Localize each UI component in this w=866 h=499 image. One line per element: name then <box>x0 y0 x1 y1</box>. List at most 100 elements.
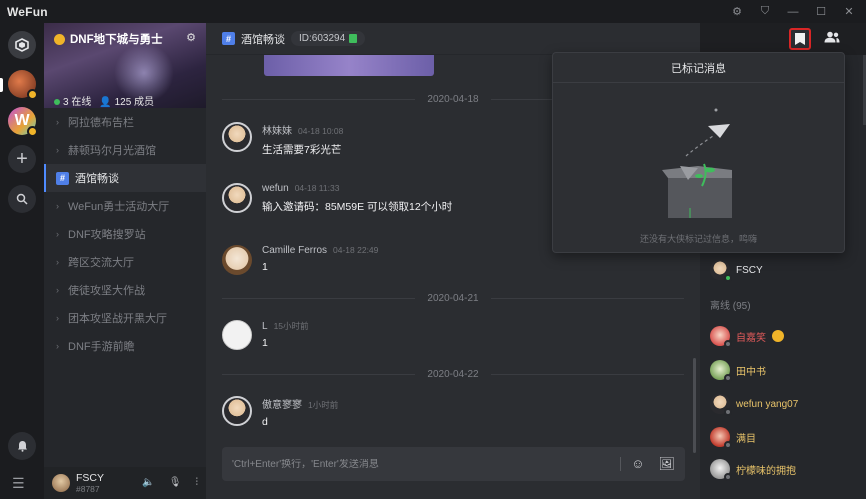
settings-icon[interactable]: ⚙ <box>730 5 744 18</box>
message-text: 1 <box>262 337 268 349</box>
member-avatar <box>710 394 732 416</box>
status-dot-icon <box>724 340 732 348</box>
bookmarked-messages-button[interactable] <box>789 28 811 50</box>
chat-message: Camille Ferros 04-18 22:49 1 <box>222 245 378 275</box>
message-text: 输入邀请码：85M59E 可以领取12个小时 <box>262 201 453 213</box>
server-badge-icon <box>27 126 38 137</box>
user-panel: FSCY #8787 🔈 🎙 ⫶ <box>44 467 206 499</box>
member-avatar <box>710 326 732 348</box>
chevron-right-icon: › <box>56 341 59 351</box>
image-icon[interactable]: 🖼 <box>658 456 675 472</box>
chevron-right-icon: › <box>56 201 59 211</box>
message-author: L <box>262 321 268 332</box>
member-list-icon[interactable] <box>824 31 840 46</box>
member-avatar <box>710 360 732 382</box>
add-server-icon[interactable]: + <box>8 145 36 173</box>
message-avatar[interactable] <box>222 183 252 213</box>
copy-icon[interactable] <box>349 34 358 43</box>
channel-title: 酒馆畅谈 <box>241 33 285 46</box>
chevron-right-icon: › <box>56 117 59 127</box>
chevron-right-icon: › <box>56 257 59 267</box>
server-stats: 3 在线 👤 125 成员 <box>54 93 154 108</box>
channel-item[interactable]: › 赫顿玛尔月光酒馆 <box>44 136 206 164</box>
member-item[interactable]: 自嘉笑 <box>710 326 784 348</box>
microphone-icon[interactable]: 🎙 <box>169 477 182 488</box>
server-settings-icon[interactable]: ⚙ <box>186 31 196 44</box>
message-time: 04-18 11:33 <box>294 183 340 193</box>
member-avatar <box>710 459 732 481</box>
member-item[interactable]: FSCY <box>710 260 763 282</box>
member-item[interactable]: 柠檬味的拥抱 <box>710 459 796 481</box>
member-name: 满目 <box>736 433 756 445</box>
date-divider: 2020-04-21 <box>222 292 684 304</box>
member-item[interactable]: 满目 <box>710 427 756 449</box>
channel-item[interactable]: › 跨区交流大厅 <box>44 248 206 276</box>
chat-message: L 15小时前 1 <box>222 320 309 350</box>
home-logo-icon[interactable] <box>8 31 36 59</box>
message-avatar[interactable] <box>222 245 252 275</box>
message-text: d <box>262 416 268 428</box>
chat-scrollbar[interactable] <box>693 358 696 453</box>
search-icon[interactable] <box>8 185 36 213</box>
user-avatar[interactable] <box>52 474 70 492</box>
bookmark-icon <box>795 33 805 45</box>
member-item[interactable]: wefun yang07 <box>710 394 799 416</box>
message-author: 傲意寥寥 <box>262 400 302 411</box>
member-badge-icon <box>772 330 784 342</box>
channel-item[interactable]: › WeFun勇士活动大厅 <box>44 192 206 220</box>
channel-item[interactable]: › 使徒攻坚大作战 <box>44 276 206 304</box>
empty-box-illustration-icon <box>662 108 732 218</box>
chevron-right-icon: › <box>56 285 59 295</box>
message-avatar[interactable] <box>222 122 252 152</box>
maximize-icon[interactable]: ☐ <box>814 5 828 18</box>
chat-header: # 酒馆畅谈 ID:603294 <box>206 23 700 55</box>
pin-icon[interactable]: ⛉ <box>758 5 772 18</box>
previous-image-attachment[interactable] <box>264 55 434 76</box>
app-title: WeFun <box>7 4 48 19</box>
minimize-icon[interactable]: — <box>786 6 800 18</box>
message-time: 04-18 22:49 <box>333 245 379 255</box>
message-avatar[interactable] <box>222 320 252 350</box>
chat-message: wefun 04-18 11:33 输入邀请码：85M59E 可以领取12个小时 <box>222 183 452 214</box>
title-bar: WeFun ⚙ ⛉ — ☐ ✕ <box>0 0 866 23</box>
message-input[interactable] <box>232 458 612 470</box>
emoji-icon[interactable]: ☺ <box>631 456 644 472</box>
message-composer: ☺ 🖼 <box>222 447 685 481</box>
channel-item-active[interactable]: # 酒馆畅谈 <box>44 164 206 192</box>
channel-item[interactable]: › 团本攻坚战开黑大厅 <box>44 304 206 332</box>
status-dot-icon <box>724 374 732 382</box>
notification-bell-icon[interactable] <box>8 432 36 460</box>
popover-empty-text: 还没有大侠标记过信息，鸣嗨 <box>639 234 757 244</box>
server-name[interactable]: DNF地下城与勇士 <box>54 31 163 47</box>
status-dot-icon <box>724 274 732 282</box>
message-author: wefun <box>262 183 289 194</box>
speaker-icon[interactable]: 🔈 <box>142 477 154 488</box>
message-time: 15小时前 <box>273 321 309 331</box>
channel-item[interactable]: › DNF手游前瞻 <box>44 332 206 360</box>
menu-icon[interactable]: ☰ <box>12 475 25 492</box>
offline-section-label: 离线 (95) <box>710 301 751 312</box>
member-count: 👤 125 成员 <box>99 97 155 108</box>
channel-item[interactable]: › 阿拉德布告栏 <box>44 108 206 136</box>
server-banner: DNF地下城与勇士 ⚙ 3 在线 👤 125 成员 <box>44 23 206 108</box>
chevron-right-icon: › <box>56 145 59 155</box>
hash-channel-icon: # <box>222 32 235 45</box>
member-avatar <box>710 260 732 282</box>
sliders-icon[interactable]: ⫶ <box>196 477 199 488</box>
server-level-badge-icon <box>54 33 65 45</box>
server-wefun-icon[interactable]: W <box>8 107 38 137</box>
member-item[interactable]: 田中书 <box>710 360 766 382</box>
online-dot-icon <box>54 99 60 105</box>
member-name: 田中书 <box>736 366 766 378</box>
message-avatar[interactable] <box>222 396 252 426</box>
channel-item[interactable]: › DNF攻略搜罗站 <box>44 220 206 248</box>
popover-title: 已标记消息 <box>553 53 844 83</box>
window-controls: ⚙ ⛉ — ☐ ✕ <box>730 0 856 23</box>
member-name: wefun yang07 <box>736 398 799 410</box>
date-divider: 2020-04-22 <box>222 368 684 380</box>
message-text: 生活需要7彩光芒 <box>262 144 342 156</box>
server-dnf-icon[interactable] <box>8 70 38 100</box>
message-author: Camille Ferros <box>262 245 328 256</box>
close-icon[interactable]: ✕ <box>842 5 856 18</box>
channel-id-pill[interactable]: ID:603294 <box>291 31 366 46</box>
